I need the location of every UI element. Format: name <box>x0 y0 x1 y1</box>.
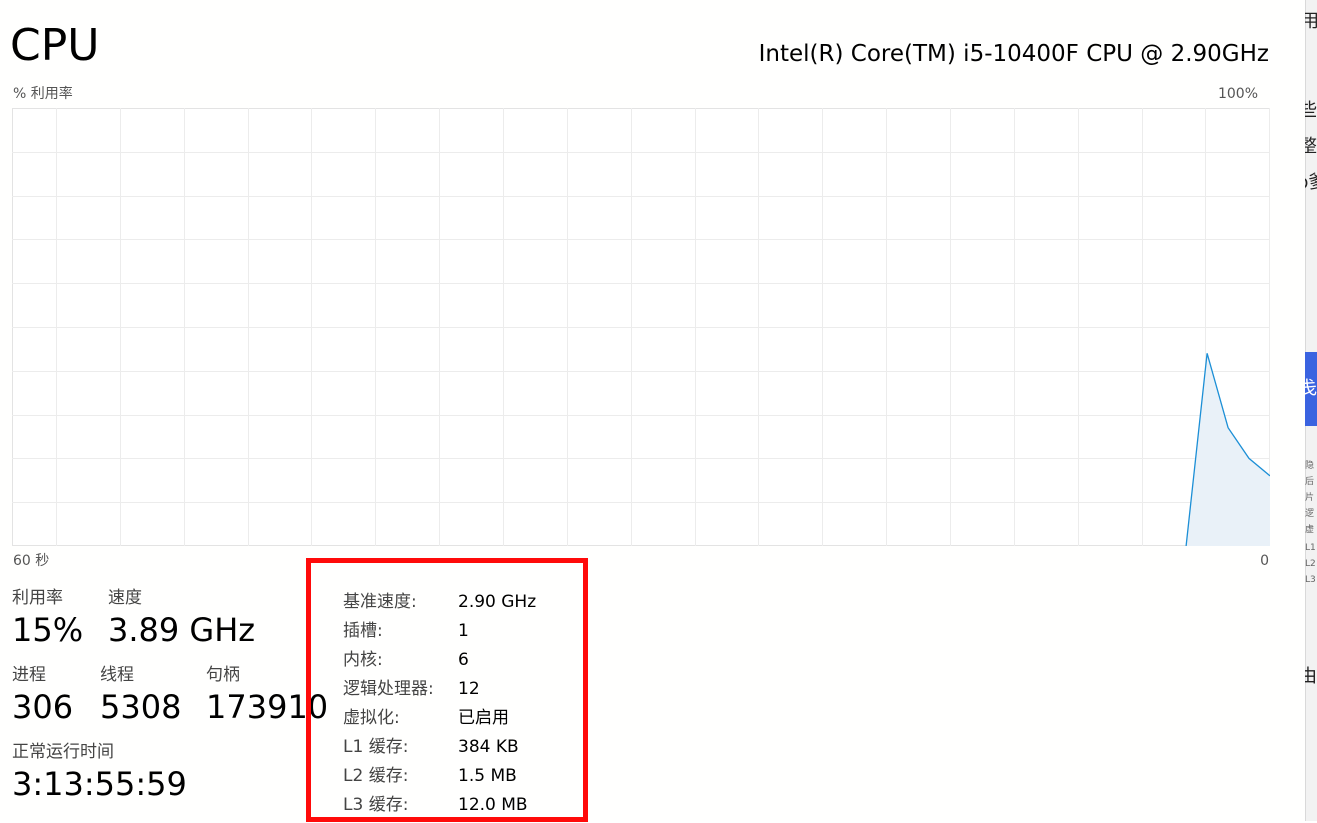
utilization-label: 利用率 <box>12 588 63 608</box>
cpu-model-name: Intel(R) Core(TM) i5-10400F CPU @ 2.90GH… <box>758 41 1269 67</box>
detail-key: L3 缓存: <box>343 795 409 815</box>
graph-x-left-label: 60 秒 <box>13 553 50 569</box>
detail-key: 基准速度: <box>343 592 417 612</box>
detail-value: 384 KB <box>458 737 519 757</box>
threads-value: 5308 <box>100 688 182 726</box>
detail-value: 6 <box>458 650 469 670</box>
detail-value: 12.0 MB <box>458 795 528 815</box>
side-tiny-fragment: 片 <box>1305 493 1315 503</box>
detail-key: L1 缓存: <box>343 737 409 757</box>
detail-key: 逻辑处理器: <box>343 679 434 699</box>
side-fragment: 由 <box>1305 666 1317 687</box>
processes-value: 306 <box>12 688 74 726</box>
side-tiny-fragment: 隐 <box>1305 461 1315 471</box>
uptime-value: 3:13:55:59 <box>12 765 187 803</box>
detail-key: 虚拟化: <box>343 708 400 728</box>
detail-value: 已启用 <box>458 708 509 728</box>
uptime-label: 正常运行时间 <box>12 742 114 762</box>
page-title: CPU <box>10 20 100 71</box>
cpu-performance-panel: CPU Intel(R) Core(TM) i5-10400F CPU @ 2.… <box>0 0 1305 822</box>
handles-label: 句柄 <box>206 665 240 685</box>
adjacent-window-edge: 用 些 整 b爹 戋 隐 后 片 逻 虚 L1 L2 L3 由 <box>1305 0 1317 821</box>
speed-label: 速度 <box>108 588 142 608</box>
side-tiny-fragment: 虚 <box>1305 525 1315 535</box>
cpu-details-highlight-box: 基准速度: 2.90 GHz 插槽: 1 内核: 6 逻辑处理器: 12 虚拟化… <box>306 558 588 822</box>
threads-label: 线程 <box>100 665 134 685</box>
side-fragment: b爹 <box>1305 172 1317 194</box>
speed-value: 3.89 GHz <box>108 611 256 649</box>
utilization-value: 15% <box>12 611 84 649</box>
detail-key: L2 缓存: <box>343 766 409 786</box>
detail-value: 2.90 GHz <box>458 592 537 612</box>
side-fragment: 整 <box>1305 136 1317 157</box>
detail-key: 内核: <box>343 650 383 670</box>
side-fragment: 戋 <box>1305 378 1317 399</box>
side-tiny-fragment: L1 <box>1305 543 1316 553</box>
side-fragment: 用 <box>1305 11 1317 32</box>
side-tiny-fragment: 后 <box>1305 477 1315 487</box>
side-tiny-fragment: 逻 <box>1305 509 1315 519</box>
side-tiny-fragment: L2 <box>1305 559 1316 569</box>
graph-y-max-label: 100% <box>1217 86 1258 102</box>
side-accent-button[interactable]: 戋 <box>1305 352 1317 426</box>
detail-value: 1.5 MB <box>458 766 517 786</box>
processes-label: 进程 <box>12 665 46 685</box>
graph-x-right-label: 0 <box>1260 553 1269 569</box>
detail-value: 1 <box>458 621 469 641</box>
side-fragment: 些 <box>1305 100 1317 121</box>
cpu-utilization-graph <box>12 108 1270 546</box>
detail-value: 12 <box>458 679 480 699</box>
graph-y-axis-label: % 利用率 <box>13 86 73 102</box>
side-tiny-fragment: L3 <box>1305 575 1316 585</box>
detail-key: 插槽: <box>343 621 383 641</box>
